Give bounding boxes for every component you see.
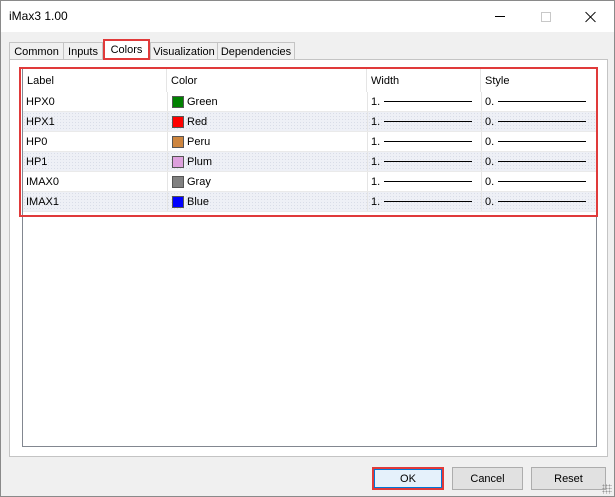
style-value: 0.	[485, 95, 495, 108]
style-value: 0.	[485, 195, 495, 208]
column-header-width[interactable]: Width	[367, 69, 481, 92]
style-value: 0.	[485, 175, 495, 188]
color-swatch	[172, 95, 184, 108]
tab-common[interactable]: Common	[9, 42, 64, 60]
row-color[interactable]: Peru	[167, 132, 367, 151]
table-row[interactable]: HPX0 Green 1. 0.	[23, 92, 596, 112]
line-style-sample	[498, 201, 586, 202]
row-label: IMAX1	[26, 195, 60, 208]
properties-dialog: iMax3 1.00 Common Inputs Colors Visualiz…	[0, 0, 615, 497]
tab-inputs[interactable]: Inputs	[63, 42, 103, 60]
table-row[interactable]: HP1 Plum 1. 0.	[23, 152, 596, 172]
row-color[interactable]: Red	[167, 112, 367, 131]
row-color[interactable]: Gray	[167, 172, 367, 191]
color-name: Red	[187, 115, 208, 128]
width-value: 1.	[371, 155, 381, 168]
row-label: HP1	[26, 155, 48, 168]
row-width[interactable]: 1.	[367, 172, 481, 191]
row-width[interactable]: 1.	[367, 92, 481, 111]
line-style-sample	[498, 181, 586, 182]
window-title: iMax3 1.00	[9, 9, 68, 23]
color-swatch	[172, 135, 184, 148]
column-header-color[interactable]: Color	[167, 69, 367, 92]
column-header-style[interactable]: Style	[481, 69, 596, 92]
row-style[interactable]: 0.	[481, 192, 596, 211]
tab-visualization[interactable]: Visualization	[150, 42, 218, 60]
minimize-icon	[494, 16, 505, 17]
style-value: 0.	[485, 115, 495, 128]
row-color[interactable]: Green	[167, 92, 367, 111]
row-label: HPX0	[26, 95, 55, 108]
row-style[interactable]: 0.	[481, 112, 596, 131]
width-value: 1.	[371, 95, 381, 108]
resize-grip[interactable]	[602, 484, 612, 494]
table-row[interactable]: IMAX1 Blue 1. 0.	[23, 192, 596, 212]
row-width[interactable]: 1.	[367, 132, 481, 151]
width-value: 1.	[371, 135, 381, 148]
color-name: Blue	[187, 195, 210, 208]
line-width-sample	[384, 141, 472, 142]
row-color[interactable]: Plum	[167, 152, 367, 171]
ok-button-label: OK	[374, 469, 442, 488]
table-row[interactable]: HPX1 Red 1. 0.	[23, 112, 596, 132]
colors-panel: Label Color Width Style HPX0 Green 1. 0.	[9, 59, 608, 457]
row-label: HP0	[26, 135, 48, 148]
line-width-sample	[384, 161, 472, 162]
row-width[interactable]: 1.	[367, 192, 481, 211]
color-name: Plum	[187, 155, 213, 168]
line-style-sample	[498, 141, 586, 142]
colors-list[interactable]: Label Color Width Style HPX0 Green 1. 0.	[22, 68, 597, 447]
line-width-sample	[384, 201, 472, 202]
table-row[interactable]: IMAX0 Gray 1. 0.	[23, 172, 596, 192]
table-row[interactable]: HP0 Peru 1. 0.	[23, 132, 596, 152]
ok-button[interactable]: OK	[372, 467, 444, 490]
line-width-sample	[384, 121, 472, 122]
tab-dependencies[interactable]: Dependencies	[217, 42, 295, 60]
close-icon	[585, 11, 597, 23]
column-header-label[interactable]: Label	[23, 69, 167, 92]
style-value: 0.	[485, 135, 495, 148]
tab-colors[interactable]: Colors	[103, 39, 150, 60]
close-button[interactable]	[568, 1, 613, 32]
reset-button[interactable]: Reset	[531, 467, 606, 490]
title-bar: iMax3 1.00	[1, 1, 614, 32]
line-width-sample	[384, 101, 472, 102]
color-swatch	[172, 195, 184, 208]
maximize-button	[523, 1, 568, 32]
color-name: Green	[187, 95, 218, 108]
color-swatch	[172, 115, 184, 128]
width-value: 1.	[371, 175, 381, 188]
row-width[interactable]: 1.	[367, 112, 481, 131]
width-value: 1.	[371, 115, 381, 128]
width-value: 1.	[371, 195, 381, 208]
style-value: 0.	[485, 155, 495, 168]
line-style-sample	[498, 101, 586, 102]
color-swatch	[172, 155, 184, 168]
row-style[interactable]: 0.	[481, 172, 596, 191]
line-width-sample	[384, 181, 472, 182]
row-label: HPX1	[26, 115, 55, 128]
row-style[interactable]: 0.	[481, 132, 596, 151]
row-style[interactable]: 0.	[481, 152, 596, 171]
list-header: Label Color Width Style	[23, 69, 596, 92]
maximize-icon	[540, 11, 551, 22]
row-label: IMAX0	[26, 175, 60, 188]
row-width[interactable]: 1.	[367, 152, 481, 171]
minimize-button[interactable]	[477, 1, 522, 32]
color-name: Peru	[187, 135, 211, 148]
line-style-sample	[498, 161, 586, 162]
color-name: Gray	[187, 175, 211, 188]
color-swatch	[172, 175, 184, 188]
row-color[interactable]: Blue	[167, 192, 367, 211]
cancel-button[interactable]: Cancel	[452, 467, 523, 490]
line-style-sample	[498, 121, 586, 122]
row-style[interactable]: 0.	[481, 92, 596, 111]
